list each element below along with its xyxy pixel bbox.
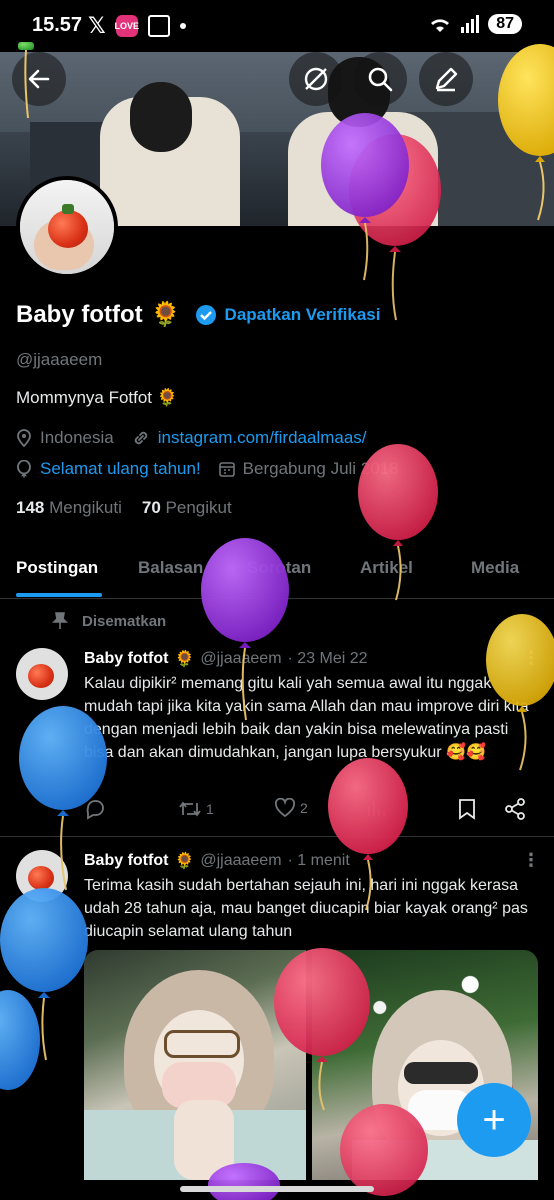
love-app-icon: LOVE <box>114 15 139 37</box>
balloon-purple-middle <box>201 538 289 721</box>
screenshot-icon <box>147 15 170 37</box>
battery-indicator: 87 <box>488 14 522 34</box>
status-bar: 15.57 𝕏 LOVE 87 <box>0 0 554 52</box>
balloon-green <box>18 42 34 119</box>
signal-icon <box>461 15 480 33</box>
status-system-icons: 87 <box>428 14 522 34</box>
status-time: 15.57 <box>32 14 83 36</box>
balloon-red-bottom-right <box>340 1104 428 1196</box>
home-indicator <box>180 1186 374 1192</box>
balloon-blue-left <box>19 706 107 891</box>
x-app-icon: 𝕏 <box>88 13 106 38</box>
balloon-purple-bottom <box>208 1163 280 1200</box>
balloon-red-bottom <box>274 948 370 1111</box>
birthday-balloons-overlay <box>0 42 554 1200</box>
more-notifications-dot-icon <box>179 23 186 29</box>
balloon-blue-edge <box>0 990 40 1090</box>
balloon-red-lower <box>328 758 408 911</box>
balloon-yellow-top <box>498 44 554 221</box>
plus-icon: + <box>482 1098 506 1142</box>
wifi-icon <box>431 19 450 32</box>
status-notification-icons: 𝕏 LOVE <box>88 13 186 39</box>
compose-post-button[interactable]: + <box>457 1083 531 1157</box>
balloon-purple-top <box>321 113 409 281</box>
balloon-yellow-right <box>486 614 554 771</box>
balloon-red-middle <box>358 444 438 601</box>
